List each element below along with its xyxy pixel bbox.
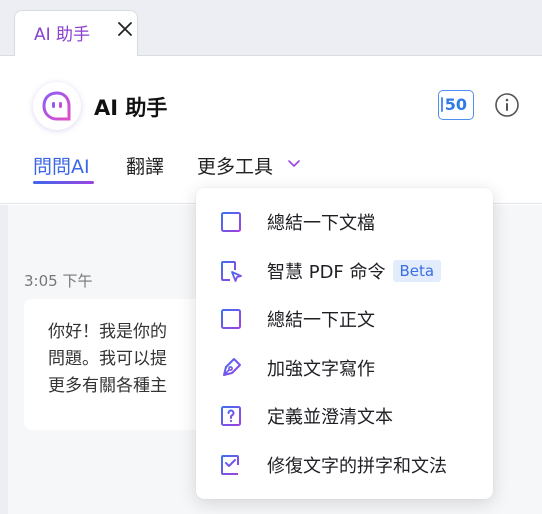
- menu-item-label: 加強文字寫作: [267, 358, 375, 380]
- menu-item-label: 智慧 PDF 命令: [267, 261, 386, 283]
- text-summary-icon: [221, 309, 241, 330]
- menu-item-smart-pdf-command[interactable]: 智慧 PDF 命令 Beta: [196, 247, 493, 296]
- menu-item-define-clarify[interactable]: 定義並澄清文本: [196, 392, 493, 441]
- menu-item-label: 總結一下文檔: [267, 213, 375, 235]
- avatar: [33, 82, 81, 130]
- pen-nib-icon: [222, 357, 241, 379]
- menu-item-label: 定義並澄清文本: [267, 407, 393, 429]
- page-title: AI 助手: [94, 96, 168, 120]
- beta-badge: Beta: [392, 259, 442, 282]
- panel-edge: [0, 205, 8, 514]
- tab-more-tools[interactable]: 更多工具: [197, 152, 273, 179]
- tab-translate[interactable]: 翻譯: [126, 152, 164, 179]
- tab-ask-ai[interactable]: 問問AI: [33, 152, 90, 179]
- credits-badge[interactable]: 50: [438, 90, 474, 120]
- assistant-message: 你好！我是你的 問題。我可以提 更多有關各種主: [24, 299, 224, 430]
- menu-item-summarize-document[interactable]: 總結一下文檔: [196, 198, 493, 247]
- menu-item-label: 總結一下正文: [267, 310, 375, 332]
- menu-item-summarize-text[interactable]: 總結一下正文: [196, 295, 493, 344]
- panel-header: AI 助手 50 問問AI 翻譯 更多工具: [0, 56, 542, 204]
- chevron-down-icon[interactable]: [287, 159, 301, 169]
- smart-command-icon: [221, 260, 242, 282]
- tab-strip: AI 助手: [0, 0, 542, 56]
- menu-item-label: 修復文字的拼字和文法: [267, 455, 447, 477]
- tab-ai-assistant[interactable]: AI 助手: [14, 10, 138, 56]
- info-icon[interactable]: [494, 92, 520, 118]
- active-tab-indicator: [33, 181, 94, 184]
- tab-title: AI 助手: [34, 25, 91, 45]
- question-document-icon: [221, 406, 241, 427]
- menu-item-enhance-writing[interactable]: 加強文字寫作: [196, 344, 493, 393]
- ai-bot-icon: [42, 91, 71, 121]
- more-tools-menu: 總結一下文檔 智慧 PDF 命令 Beta 總結一下正文 加強文字寫作 定義並澄…: [196, 188, 493, 499]
- document-summary-icon: [221, 212, 241, 233]
- message-timestamp: 3:05 下午: [24, 272, 93, 290]
- close-icon[interactable]: [115, 19, 135, 39]
- grammar-check-icon: [221, 454, 239, 475]
- menu-item-fix-grammar[interactable]: 修復文字的拼字和文法: [196, 441, 493, 490]
